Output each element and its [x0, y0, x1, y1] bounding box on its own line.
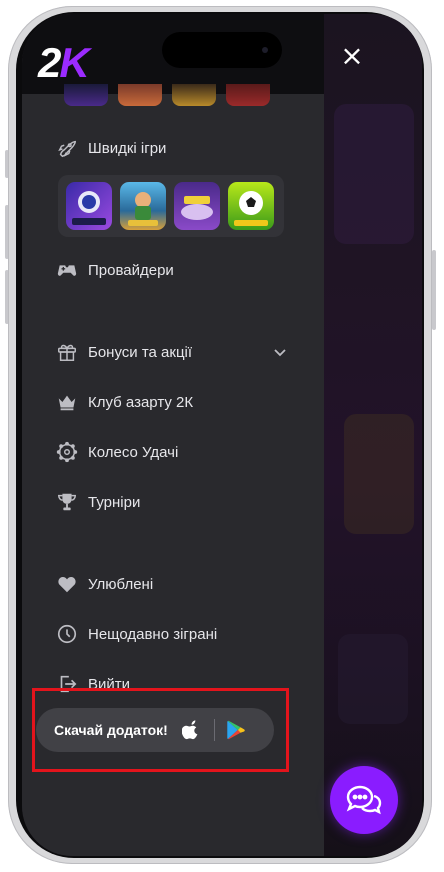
rocket-icon: [58, 140, 76, 158]
logo-letter: K: [59, 39, 89, 86]
crown-icon: [58, 395, 76, 411]
game-thumbnail[interactable]: [64, 84, 108, 106]
menu-item-label: Провайдери: [88, 261, 174, 279]
menu-item-label: Клуб азарту 2К: [88, 393, 194, 411]
menu-item-label: Бонуси та акції: [88, 343, 193, 361]
menu-item-tournaments[interactable]: Турніри: [56, 489, 140, 515]
games-row-partial: [64, 84, 270, 106]
quick-games-carousel: [58, 175, 284, 237]
menu-item-label: Улюблені: [88, 575, 154, 593]
page-backdrop[interactable]: [324, 14, 422, 856]
phone-power-button: [432, 250, 436, 330]
menu-item-providers[interactable]: Провайдери: [56, 257, 174, 283]
wheel-icon: [56, 441, 78, 463]
gift-icon: [58, 344, 76, 361]
game-thumbnail[interactable]: [172, 84, 216, 106]
brand-logo[interactable]: 2K: [38, 39, 90, 86]
menu-item-fortune-wheel[interactable]: Колесо Удачі: [56, 439, 178, 465]
menu-item-label: Швидкі ігри: [88, 139, 167, 157]
phone-screen: 2K Швидкі ігри Провайдери Бонуси та акці…: [22, 14, 422, 856]
menu-item-favorites[interactable]: Улюблені: [56, 571, 153, 597]
support-chat-button[interactable]: [330, 766, 398, 834]
game-thumbnail[interactable]: [118, 84, 162, 106]
trophy-icon: [58, 493, 76, 511]
menu-item-label: Турніри: [88, 493, 141, 511]
game-thumbnail[interactable]: [120, 182, 166, 230]
clock-icon: [57, 624, 77, 644]
chevron-down-icon[interactable]: [272, 344, 288, 360]
heart-icon: [58, 577, 76, 593]
menu-item-bonuses[interactable]: Бонуси та акції: [56, 339, 288, 365]
highlight-box: [32, 688, 289, 772]
logo-digit: 2: [38, 39, 61, 86]
game-thumbnail[interactable]: [228, 182, 274, 230]
game-thumbnail[interactable]: [226, 84, 270, 106]
game-thumbnail[interactable]: [174, 182, 220, 230]
menu-item-label: Колесо Удачі: [88, 443, 179, 461]
side-menu: 2K Швидкі ігри Провайдери Бонуси та акці…: [22, 14, 324, 856]
camera-dot: [262, 47, 268, 53]
menu-item-quick-games[interactable]: Швидкі ігри: [56, 135, 166, 161]
gamepad-icon: [57, 265, 77, 276]
menu-item-recently-played[interactable]: Нещодавно зіграні: [56, 621, 217, 647]
dynamic-island: [162, 32, 282, 68]
close-menu-button[interactable]: ×: [338, 42, 366, 70]
chat-bubbles-icon: [346, 785, 382, 815]
menu-item-club[interactable]: Клуб азарту 2К: [56, 389, 193, 415]
menu-item-label: Нещодавно зіграні: [88, 625, 218, 643]
close-icon: ×: [340, 39, 364, 72]
game-thumbnail-spaceman[interactable]: [66, 182, 112, 230]
